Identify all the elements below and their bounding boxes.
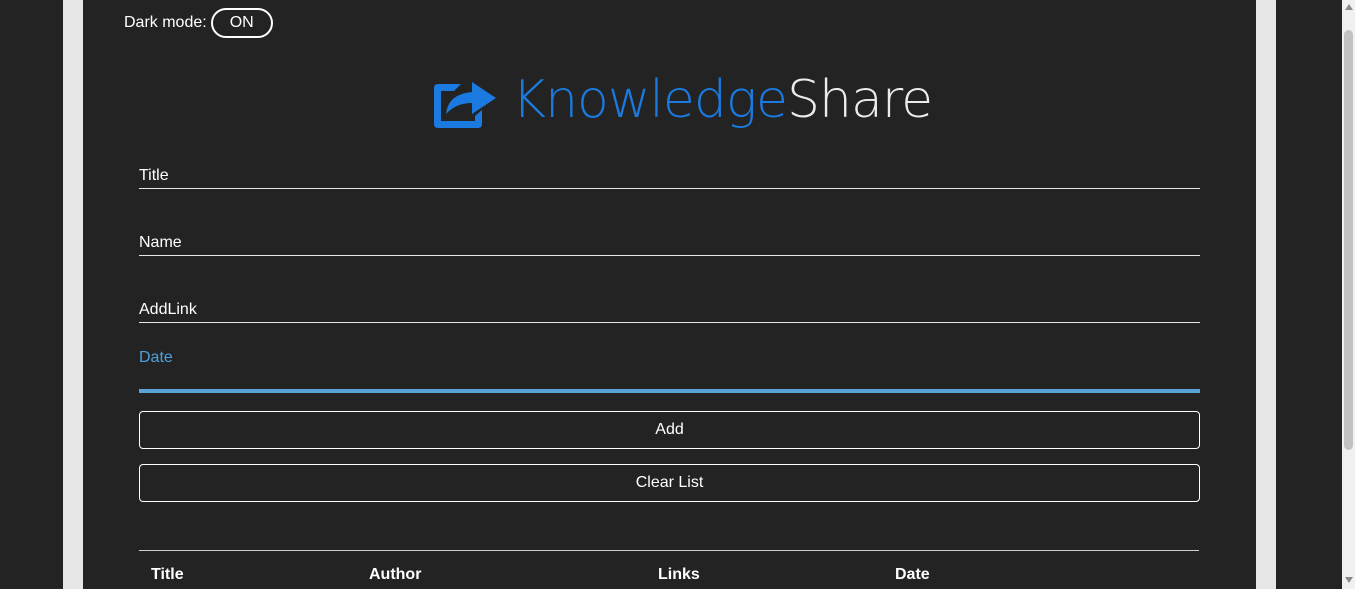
addlink-field-label: AddLink xyxy=(139,301,197,318)
dark-mode-control: Dark mode: ON xyxy=(124,6,273,39)
dark-mode-toggle[interactable]: ON xyxy=(210,7,273,38)
page-margin-left xyxy=(63,0,83,589)
addlink-field[interactable]: AddLink xyxy=(139,301,1200,323)
date-field[interactable]: Date xyxy=(139,349,1200,393)
column-header-date: Date xyxy=(895,566,930,583)
add-button[interactable]: Add xyxy=(139,411,1200,449)
name-field-underline xyxy=(139,255,1200,256)
share-square-icon xyxy=(434,82,496,128)
scroll-down-arrow-icon[interactable] xyxy=(1345,577,1353,583)
column-header-author: Author xyxy=(369,566,422,583)
vertical-scrollbar[interactable] xyxy=(1342,0,1355,589)
date-field-label: Date xyxy=(139,349,173,366)
title-field-underline xyxy=(139,188,1200,189)
logo-text-knowledge: Knowledge xyxy=(512,70,788,130)
name-field-label: Name xyxy=(139,234,182,251)
clear-list-button[interactable]: Clear List xyxy=(139,464,1200,502)
logo-text-share: Share xyxy=(787,70,933,130)
page-margin-right xyxy=(1256,0,1276,589)
table-top-border xyxy=(139,550,1199,551)
scroll-thumb[interactable] xyxy=(1344,30,1353,450)
app-logo: KnowledgeShare xyxy=(432,68,933,132)
column-header-links: Links xyxy=(658,566,700,583)
title-field[interactable]: Title xyxy=(139,167,1200,189)
scroll-up-arrow-icon[interactable] xyxy=(1345,4,1353,10)
logo-wordmark: KnowledgeShare xyxy=(512,68,933,132)
addlink-field-underline xyxy=(139,322,1200,323)
column-header-title: Title xyxy=(151,566,184,583)
title-field-label: Title xyxy=(139,167,169,184)
name-field[interactable]: Name xyxy=(139,234,1200,256)
date-field-focus-underline xyxy=(139,389,1200,393)
dark-mode-label: Dark mode: xyxy=(124,13,207,31)
